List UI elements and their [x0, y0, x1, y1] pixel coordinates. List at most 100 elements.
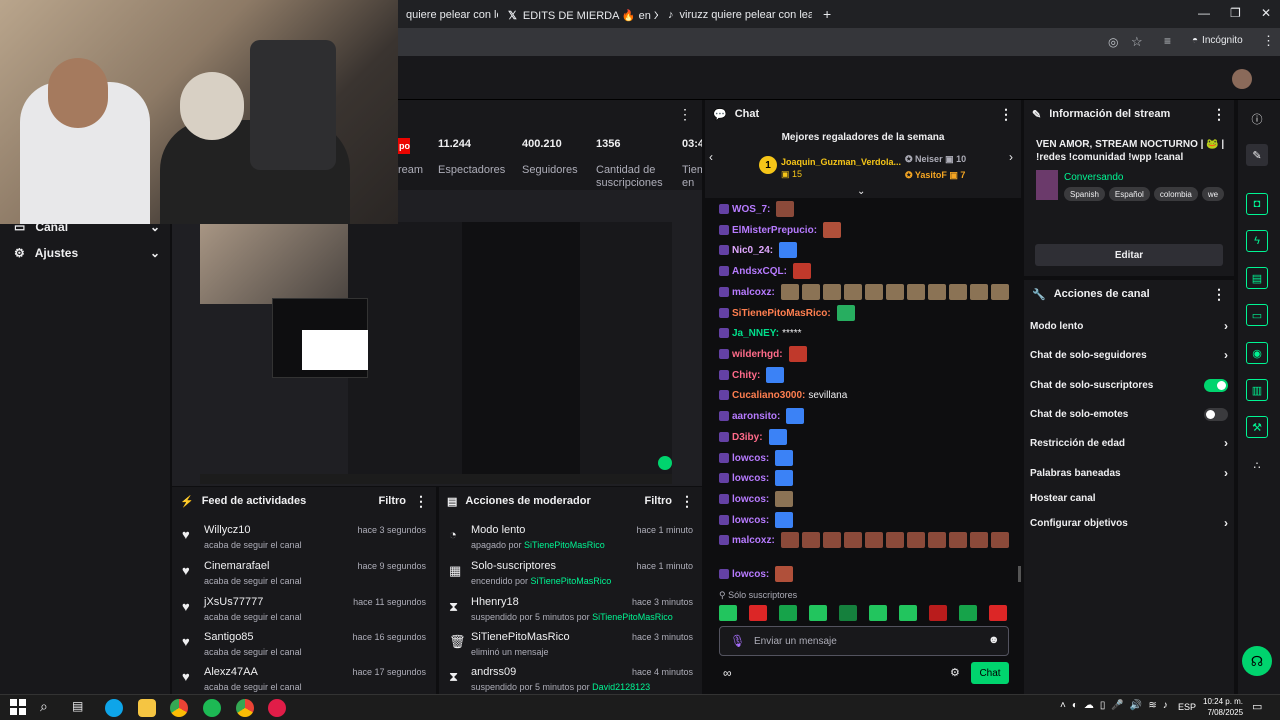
list-item[interactable]: 🗑 SiTienePitoMasRico eliminó un mensaje hac… [439, 628, 702, 664]
chat-username[interactable]: D3iby: [732, 432, 763, 443]
pencil-icon[interactable]: ✎ [1246, 144, 1268, 166]
list-item[interactable]: ♥ Alexz47AA acaba de seguir el canal hace 1… [172, 663, 436, 694]
chat-username[interactable]: Ja_NNEY: [732, 328, 779, 339]
action-emote-only[interactable]: Chat de solo-emotes [1030, 402, 1228, 426]
browser-tab-1[interactable]: quiere pelear con leandro✕ [398, 4, 498, 26]
list-item[interactable]: ♥ Willycz10 acaba de seguir el canal hace 3… [172, 521, 436, 557]
info-icon[interactable]: ⓘ [1246, 108, 1268, 130]
chat-username[interactable]: AndsxCQL: [732, 266, 787, 277]
chat-message[interactable]: D3iby: [719, 428, 787, 446]
wrench-icon[interactable]: ⚒ [1246, 416, 1268, 438]
emote[interactable] [775, 512, 794, 528]
list-item[interactable]: ◔ Modo lento apagado por SiTienePitoMasRic… [439, 521, 702, 557]
tag[interactable]: we [1201, 187, 1224, 201]
action-followers-only[interactable]: Chat de solo-seguidores › [1030, 343, 1228, 367]
eye-off-icon[interactable]: ◎ [1108, 35, 1118, 49]
chat-message[interactable]: AndsxCQL: [719, 262, 811, 280]
gifter-name[interactable]: Joaquin_Guzman_Verdola... [781, 157, 901, 167]
sidebar-item-ajustes[interactable]: ⚙ Ajustes ⌄ [14, 246, 160, 260]
emote[interactable] [788, 346, 807, 362]
emote[interactable] [864, 532, 883, 548]
chat-message[interactable]: wilderhgd: [719, 345, 807, 363]
app-icon[interactable] [268, 699, 286, 717]
more-icon[interactable]: ⋮ [1212, 106, 1226, 123]
new-tab-button[interactable]: + [823, 6, 831, 22]
chat-message[interactable]: aaronsito: [719, 407, 805, 425]
emote[interactable] [906, 532, 925, 548]
start-icon[interactable] [10, 699, 26, 715]
chat-username[interactable]: WOS_7: [732, 204, 770, 215]
edge-icon[interactable] [105, 699, 123, 717]
browser-tab-3[interactable]: ♪ viruzz quiere pelear con leandro✕ [660, 4, 812, 26]
emote[interactable] [843, 532, 862, 548]
moderator-name[interactable]: SiTienePitoMasRico [531, 576, 612, 586]
emote[interactable] [843, 284, 862, 300]
emote[interactable] [948, 532, 967, 548]
mic-icon[interactable]: 🎙 [730, 634, 745, 648]
action-slow-mode[interactable]: Modo lento › [1030, 314, 1228, 338]
emote[interactable] [779, 605, 797, 621]
minimize-icon[interactable]: — [1198, 6, 1210, 20]
list-item[interactable]: ♥ jXsUs77777 acaba de seguir el canal hace … [172, 593, 436, 629]
toggle-off[interactable] [1204, 407, 1228, 421]
chrome-icon[interactable] [170, 699, 188, 717]
chat-message[interactable]: ElMisterPrepucio: [719, 221, 842, 239]
chat-message[interactable]: Nic0_24: [719, 241, 798, 259]
emote[interactable] [990, 532, 1009, 548]
chevron-left-icon[interactable]: ‹ [709, 150, 713, 164]
action-banned-words[interactable]: Palabras baneadas › [1030, 461, 1228, 485]
chat-message[interactable]: malcoxz: [719, 531, 1009, 549]
capture-icon[interactable]: ◘ [1246, 193, 1268, 215]
edit-button[interactable]: Editar [1035, 244, 1223, 266]
emote[interactable] [836, 305, 855, 321]
emote[interactable] [809, 605, 827, 621]
chat-username[interactable]: wilderhgd: [732, 349, 783, 360]
toggle-on[interactable] [1204, 378, 1228, 392]
scrollbar[interactable] [1018, 566, 1021, 582]
browser-menu-icon[interactable]: ⋮ [1262, 33, 1275, 49]
emote[interactable] [989, 605, 1007, 621]
chat-message[interactable]: lowcos: [719, 449, 794, 467]
tab-search-icon[interactable]: ≡ [1164, 34, 1171, 48]
emote[interactable] [780, 284, 799, 300]
emote[interactable] [906, 284, 925, 300]
emote-picker-icon[interactable]: ☻ [988, 634, 1000, 646]
more-icon[interactable]: ⋮ [414, 493, 428, 510]
filter-button[interactable]: Filtro [379, 495, 407, 507]
chat-username[interactable]: lowcos: [732, 494, 769, 505]
emote[interactable] [822, 532, 841, 548]
moderator-name[interactable]: SiTienePitoMasRico [524, 540, 605, 550]
emote[interactable] [929, 605, 947, 621]
search-icon[interactable]: ⌕ [40, 698, 48, 715]
action-age-restriction[interactable]: Restricción de edad › [1030, 431, 1228, 455]
more-icon[interactable]: ⋮ [999, 106, 1013, 123]
emote[interactable] [969, 532, 988, 548]
chat-username[interactable]: Chity: [732, 370, 760, 381]
list-item[interactable]: ⧗ andrss09 suspendido por 5 minutos por Da… [439, 663, 702, 694]
more-icon[interactable]: ⋮ [680, 493, 694, 510]
chat-message[interactable]: lowcos: [719, 469, 794, 487]
restore-icon[interactable]: ❐ [1230, 6, 1241, 20]
emote[interactable] [885, 284, 904, 300]
emote[interactable] [899, 605, 917, 621]
emote[interactable] [869, 605, 887, 621]
chat-username[interactable]: lowcos: [732, 453, 769, 464]
chat-message[interactable]: Ja_NNEY: ***** [719, 324, 802, 342]
chat-message[interactable]: SiTienePitoMasRico: [719, 304, 855, 322]
incognito-indicator[interactable]: ◓ Incógnito [1192, 35, 1243, 46]
category-link[interactable]: Conversando [1064, 172, 1123, 183]
layout-icon[interactable]: ▥ [1246, 379, 1268, 401]
emote[interactable] [839, 605, 857, 621]
broadcast-icon[interactable]: ◉ [1246, 342, 1268, 364]
language-indicator[interactable]: ESP [1178, 702, 1196, 712]
emote[interactable] [969, 284, 988, 300]
chat-message[interactable]: malcoxz: [719, 283, 1009, 301]
action-host-channel[interactable]: Hostear canal [1030, 486, 1228, 510]
emote[interactable] [775, 470, 794, 486]
document-icon[interactable]: ▤ [1246, 267, 1268, 289]
chat-username[interactable]: aaronsito: [732, 411, 780, 422]
emote[interactable] [801, 284, 820, 300]
emote[interactable] [864, 284, 883, 300]
task-view-icon[interactable]: ▤ [72, 699, 83, 713]
chevron-right-icon[interactable]: › [1009, 150, 1013, 164]
